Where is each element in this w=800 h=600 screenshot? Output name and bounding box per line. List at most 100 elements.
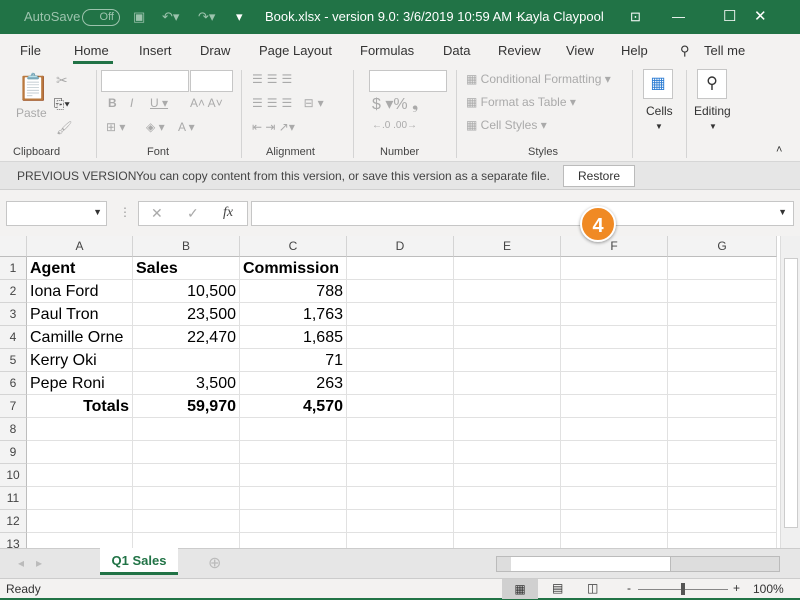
cell[interactable]: Kerry Oki xyxy=(27,349,133,372)
cell[interactable] xyxy=(347,372,454,395)
row-header[interactable]: 9 xyxy=(0,441,27,464)
tab-insert[interactable]: Insert xyxy=(139,43,172,58)
cell[interactable] xyxy=(561,464,668,487)
cell[interactable] xyxy=(668,464,777,487)
cell[interactable] xyxy=(561,418,668,441)
row-header[interactable]: 4 xyxy=(0,326,27,349)
cell[interactable]: 59,970 xyxy=(133,395,240,418)
cell[interactable] xyxy=(347,395,454,418)
conditional-formatting-button[interactable]: ▦ Conditional Formatting ▾ xyxy=(466,72,611,86)
tab-file[interactable]: File xyxy=(20,43,41,58)
cell[interactable] xyxy=(347,487,454,510)
search-icon[interactable]: ⚲ xyxy=(680,43,690,59)
cell[interactable] xyxy=(454,510,561,533)
cell[interactable] xyxy=(454,326,561,349)
normal-view-icon[interactable]: ▦ xyxy=(502,579,538,599)
cell[interactable] xyxy=(561,326,668,349)
cell[interactable]: 1,685 xyxy=(240,326,347,349)
cell[interactable] xyxy=(27,441,133,464)
cell[interactable] xyxy=(240,464,347,487)
cell[interactable]: Iona Ford xyxy=(27,280,133,303)
cell[interactable] xyxy=(668,441,777,464)
user-name[interactable]: Kayla Claypool xyxy=(517,9,604,24)
collapse-ribbon-icon[interactable]: ˄ xyxy=(776,144,782,156)
cell[interactable]: 3,500 xyxy=(133,372,240,395)
cell[interactable] xyxy=(347,441,454,464)
number-format-dropdown[interactable] xyxy=(369,70,447,92)
font-color-icon[interactable]: A ▾ xyxy=(178,120,195,134)
cell[interactable] xyxy=(454,280,561,303)
insert-function-icon[interactable]: fx xyxy=(223,205,233,221)
next-sheet-icon[interactable]: ▸ xyxy=(36,556,42,570)
cell[interactable] xyxy=(133,464,240,487)
cell[interactable] xyxy=(454,418,561,441)
cell[interactable] xyxy=(454,395,561,418)
row-header[interactable]: 8 xyxy=(0,418,27,441)
italic-icon[interactable]: I xyxy=(130,96,133,110)
row-header[interactable]: 13 xyxy=(0,533,27,548)
cell[interactable] xyxy=(27,464,133,487)
cell[interactable] xyxy=(347,257,454,280)
font-grow-shrink-icon[interactable]: A˄ A˅ xyxy=(190,96,223,110)
cell[interactable] xyxy=(454,441,561,464)
name-box[interactable]: ▼ xyxy=(6,201,107,226)
cell[interactable] xyxy=(668,303,777,326)
save-icon[interactable]: ▣ xyxy=(133,9,145,25)
cell[interactable] xyxy=(347,533,454,548)
cell[interactable] xyxy=(240,533,347,548)
row-header[interactable]: 1 xyxy=(0,257,27,280)
add-sheet-icon[interactable]: ⊕ xyxy=(208,553,221,573)
cell[interactable] xyxy=(454,257,561,280)
cell[interactable]: 71 xyxy=(240,349,347,372)
column-header-c[interactable]: C xyxy=(240,236,347,257)
row-header[interactable]: 3 xyxy=(0,303,27,326)
spreadsheet-grid[interactable]: A B C D E F G 1 Agent Sales Commission 2 Iona Ford 10… xyxy=(0,236,780,548)
cell[interactable] xyxy=(668,257,777,280)
cell[interactable] xyxy=(240,510,347,533)
cell[interactable] xyxy=(133,349,240,372)
column-header-b[interactable]: B xyxy=(133,236,240,257)
format-painter-icon[interactable]: 🖌 xyxy=(56,120,73,136)
zoom-level[interactable]: 100% xyxy=(753,582,784,596)
cell[interactable] xyxy=(454,533,561,548)
autosave-toggle[interactable]: Off xyxy=(82,9,120,26)
cell[interactable] xyxy=(454,487,561,510)
tab-home[interactable]: Home xyxy=(74,43,109,58)
column-header-d[interactable]: D xyxy=(347,236,454,257)
cell[interactable] xyxy=(668,372,777,395)
cells-button[interactable]: Cells xyxy=(646,104,673,118)
cell[interactable] xyxy=(240,487,347,510)
cell[interactable] xyxy=(668,510,777,533)
cell[interactable] xyxy=(668,487,777,510)
row-header[interactable]: 6 xyxy=(0,372,27,395)
decimal-icons[interactable]: ←.0 .00→ xyxy=(372,120,417,131)
cell[interactable] xyxy=(133,418,240,441)
cell[interactable] xyxy=(347,326,454,349)
cell[interactable] xyxy=(27,487,133,510)
bold-icon[interactable]: B xyxy=(108,96,117,110)
column-header-g[interactable]: G xyxy=(668,236,777,257)
cell[interactable] xyxy=(27,510,133,533)
cell[interactable]: 788 xyxy=(240,280,347,303)
editing-chevron-icon[interactable]: ▼ xyxy=(709,122,717,131)
cell[interactable] xyxy=(347,510,454,533)
formula-input[interactable]: ▼ xyxy=(251,201,794,226)
paste-icon[interactable]: 📋 xyxy=(17,72,49,103)
cell[interactable] xyxy=(27,418,133,441)
row-header[interactable]: 12 xyxy=(0,510,27,533)
find-icon[interactable]: ⚲ xyxy=(697,69,727,99)
format-as-table-button[interactable]: ▦ Format as Table ▾ xyxy=(466,95,576,109)
cell[interactable] xyxy=(454,303,561,326)
column-header-e[interactable]: E xyxy=(454,236,561,257)
font-size-dropdown[interactable] xyxy=(190,70,233,92)
indent-orientation-icons[interactable]: ⇤ ⇥ ↗▾ xyxy=(252,120,295,134)
cell[interactable] xyxy=(347,349,454,372)
column-header-f[interactable]: F xyxy=(561,236,668,257)
cell[interactable] xyxy=(668,533,777,548)
row-header[interactable]: 11 xyxy=(0,487,27,510)
cell[interactable] xyxy=(561,303,668,326)
cell[interactable] xyxy=(454,372,561,395)
cell[interactable] xyxy=(347,280,454,303)
row-header[interactable]: 2 xyxy=(0,280,27,303)
cell-styles-button[interactable]: ▦ Cell Styles ▾ xyxy=(466,118,547,132)
